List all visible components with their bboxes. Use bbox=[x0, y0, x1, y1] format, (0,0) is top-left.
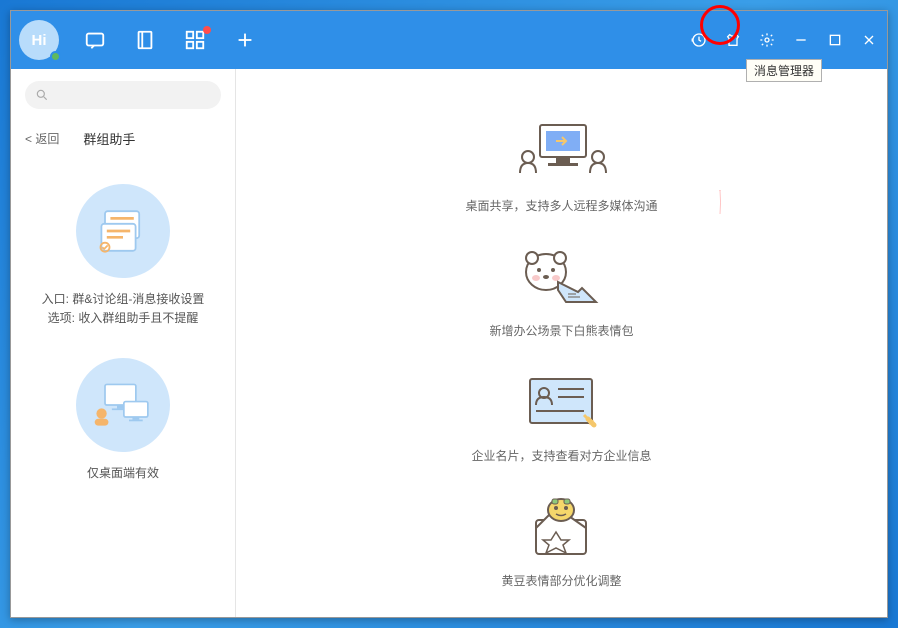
app-window: Hi bbox=[10, 10, 888, 618]
search-box[interactable] bbox=[25, 81, 221, 109]
feature-text-1: 入口: 群&讨论组-消息接收设置 选项: 收入群组助手且不提醒 bbox=[42, 290, 205, 328]
close-button[interactable] bbox=[859, 30, 879, 50]
history-icon[interactable] bbox=[689, 30, 709, 50]
titlebar-controls bbox=[689, 30, 879, 50]
tooltip-message-manager: 消息管理器 bbox=[746, 59, 822, 82]
feature-doc-icon bbox=[76, 184, 170, 278]
promo-screen-share: 桌面共享，支持多人远程多媒体沟通 bbox=[465, 117, 657, 214]
sidebar-title: 群组助手 bbox=[83, 129, 135, 148]
promo-text-2: 新增办公场景下白熊表情包 bbox=[489, 322, 633, 339]
promo-text-1: 桌面共享，支持多人远程多媒体沟通 bbox=[465, 197, 657, 214]
back-row: < 返回 群组助手 bbox=[11, 123, 235, 166]
search-icon bbox=[35, 88, 49, 102]
avatar[interactable]: Hi bbox=[19, 20, 59, 60]
feature1-line1: 入口: 群&讨论组-消息接收设置 bbox=[42, 290, 205, 309]
chat-icon[interactable] bbox=[84, 29, 106, 51]
status-online-icon bbox=[50, 51, 61, 62]
minimize-button[interactable] bbox=[791, 30, 811, 50]
promo-emoji-icon bbox=[506, 492, 616, 564]
promo-text-4: 黄豆表情部分优化调整 bbox=[501, 572, 621, 589]
maximize-button[interactable] bbox=[825, 30, 845, 50]
feature-desktop-icon bbox=[76, 358, 170, 452]
feature1-line2: 选项: 收入群组助手且不提醒 bbox=[42, 309, 205, 328]
promo-bear-sticker: 新增办公场景下白熊表情包 bbox=[489, 242, 633, 339]
promo-text-3: 企业名片，支持查看对方企业信息 bbox=[471, 447, 651, 464]
settings-icon[interactable] bbox=[757, 30, 777, 50]
skin-icon[interactable] bbox=[723, 30, 743, 50]
back-button[interactable]: < 返回 bbox=[25, 130, 59, 147]
promo-business-card: 企业名片，支持查看对方企业信息 bbox=[471, 367, 651, 464]
contacts-icon[interactable] bbox=[134, 29, 156, 51]
sidebar: < 返回 群组助手 入口: 群&讨论组-消息接收设置 选项: 收入群组助手且不提… bbox=[11, 69, 236, 617]
body: < 返回 群组助手 入口: 群&讨论组-消息接收设置 选项: 收入群组助手且不提… bbox=[11, 69, 887, 617]
feature-text-2: 仅桌面端有效 bbox=[87, 464, 159, 483]
add-icon[interactable] bbox=[234, 29, 256, 51]
feature-group-settings: 入口: 群&讨论组-消息接收设置 选项: 收入群组助手且不提醒 bbox=[11, 166, 235, 340]
notification-badge bbox=[203, 26, 211, 34]
search-input[interactable] bbox=[55, 88, 211, 102]
promo-screen-share-icon bbox=[506, 117, 616, 189]
titlebar-tabs bbox=[84, 29, 256, 51]
apps-icon[interactable] bbox=[184, 29, 206, 51]
avatar-text: Hi bbox=[32, 32, 47, 49]
promo-bear-icon bbox=[506, 242, 616, 314]
back-label: 返回 bbox=[35, 132, 59, 146]
feature-desktop-only: 仅桌面端有效 bbox=[11, 340, 235, 495]
main-content: 桌面共享，支持多人远程多媒体沟通 新增办公场景下白熊表情包 企业名片，支持查看对… bbox=[236, 69, 887, 617]
promo-emoji-update: 黄豆表情部分优化调整 bbox=[501, 492, 621, 589]
promo-card-icon bbox=[506, 367, 616, 439]
